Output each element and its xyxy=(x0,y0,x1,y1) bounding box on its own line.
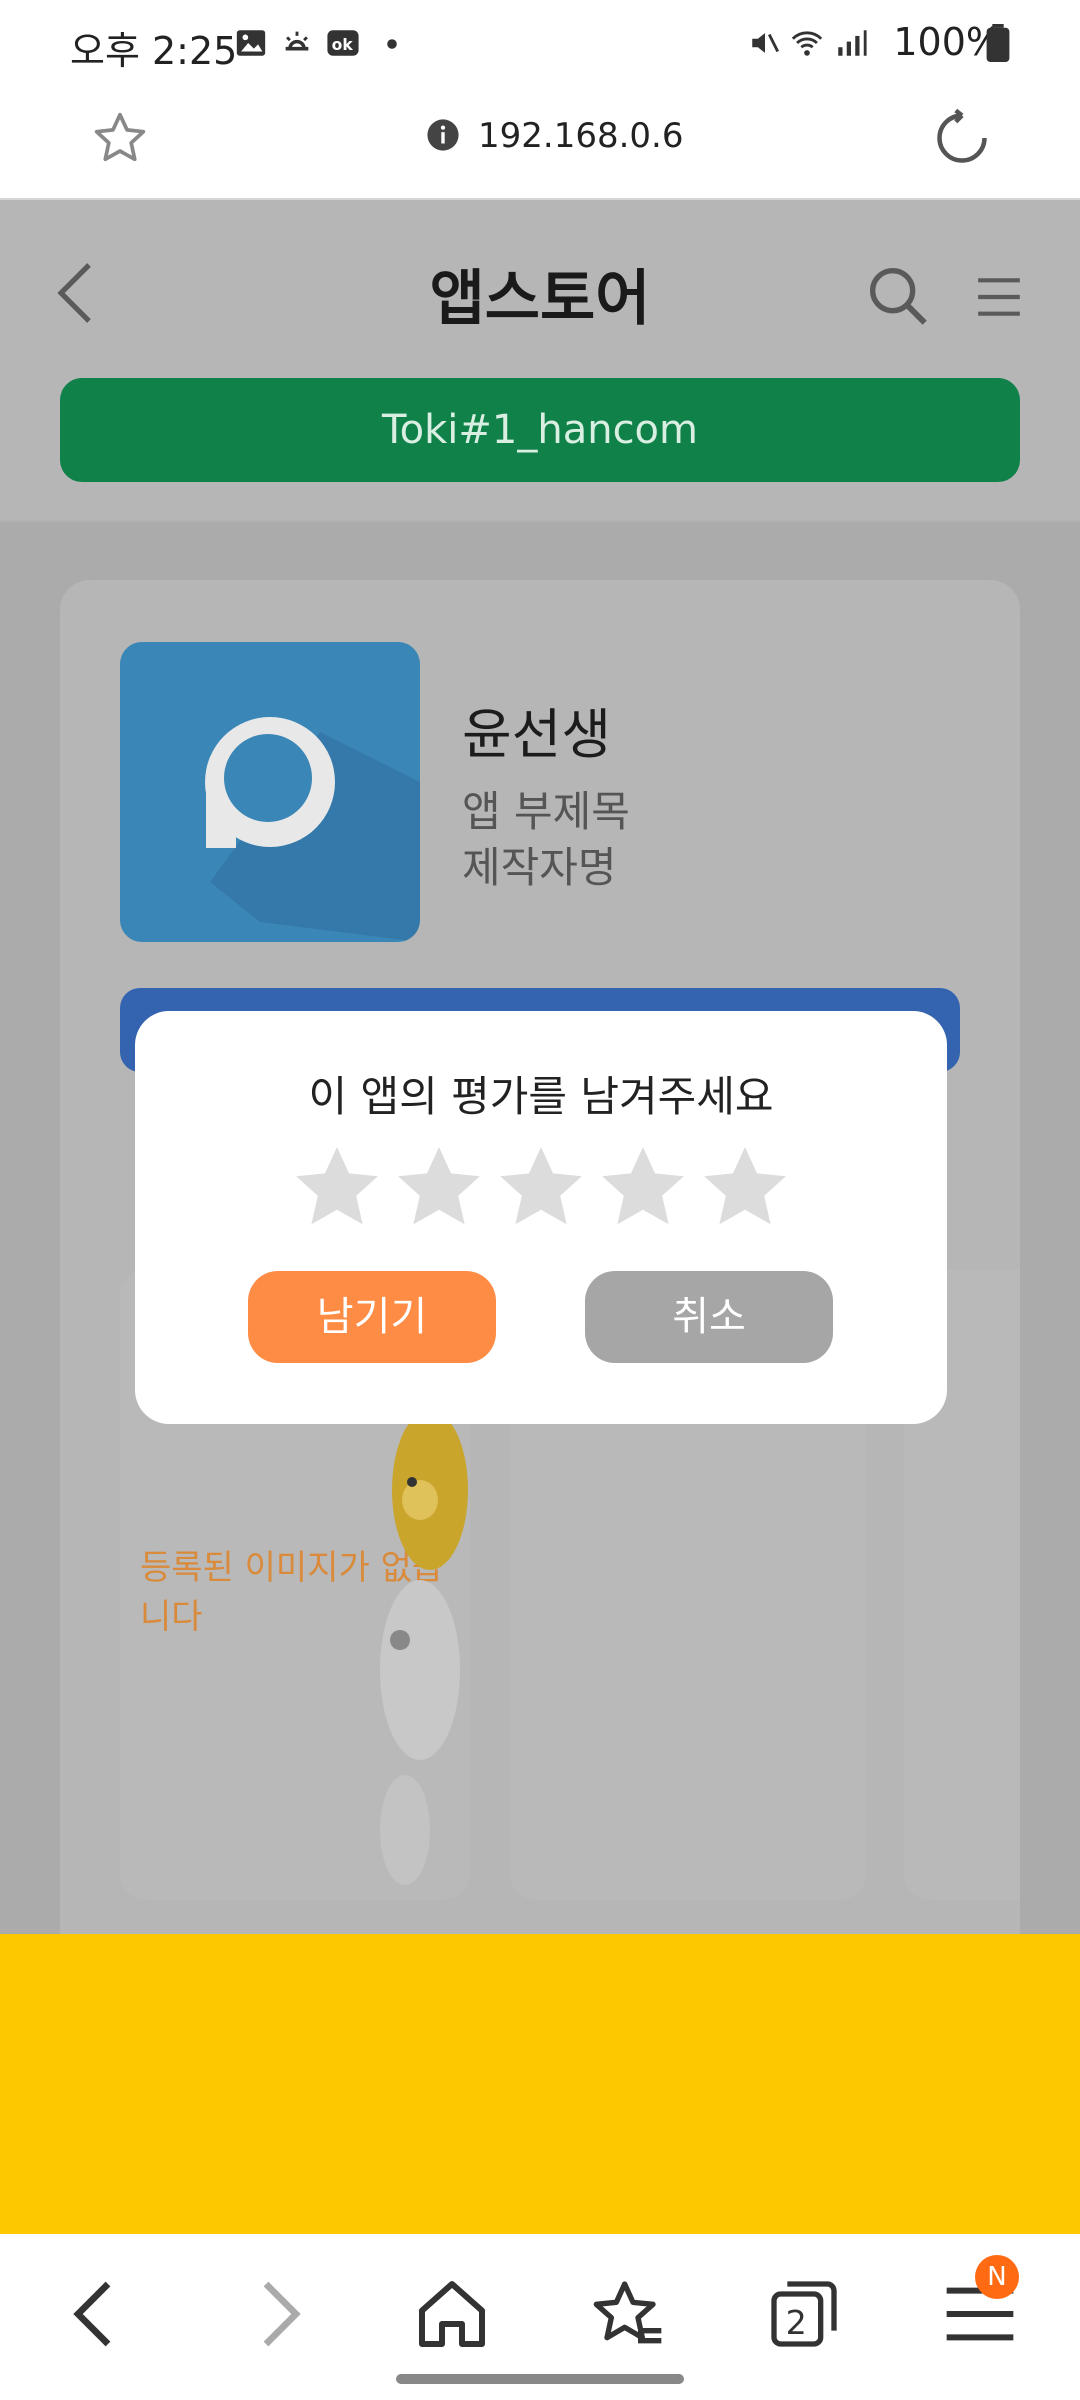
search-icon[interactable] xyxy=(866,264,930,328)
wifi-icon xyxy=(791,31,823,56)
signal-icon xyxy=(838,30,867,56)
rating-star-icon[interactable] xyxy=(697,1139,793,1235)
rating-star-icon[interactable] xyxy=(493,1139,589,1235)
menu-icon[interactable] xyxy=(974,274,1024,320)
bookmarks-icon[interactable] xyxy=(588,2274,668,2354)
app-name: 윤선생 xyxy=(462,703,612,766)
tabs-count: 2 xyxy=(786,2303,807,2342)
speech-bubble-icon xyxy=(205,717,420,942)
star-rating xyxy=(135,1139,947,1239)
info-icon[interactable] xyxy=(426,118,460,152)
ok-icon: ok xyxy=(327,30,359,56)
ad-banner[interactable] xyxy=(0,1934,1080,2234)
dialog-title: 이 앱의 평가를 남겨주세요 xyxy=(308,1072,774,1121)
notification-badge: N xyxy=(975,2255,1019,2299)
app-subtitle: 앱 부제목 xyxy=(462,787,630,836)
submit-rating-button[interactable]: 남기기 xyxy=(248,1271,496,1363)
dot-icon xyxy=(387,39,397,49)
tabs-icon[interactable]: 2 xyxy=(764,2274,844,2354)
back-icon[interactable] xyxy=(58,2274,138,2354)
cancel-button[interactable]: 취소 xyxy=(585,1271,833,1363)
rating-star-icon[interactable] xyxy=(595,1139,691,1235)
battery-icon xyxy=(986,24,1010,62)
star-icon[interactable] xyxy=(92,110,148,166)
home-icon[interactable] xyxy=(412,2274,492,2354)
mute-icon xyxy=(752,33,780,53)
app-icon xyxy=(120,642,420,942)
weather-icon xyxy=(285,31,309,51)
app-maker: 제작자명 xyxy=(462,843,617,892)
gallery-icon xyxy=(236,30,266,56)
status-bar: 오후 2:25 ok 100% xyxy=(0,0,1080,90)
home-indicator[interactable] xyxy=(396,2374,684,2384)
mascot-image xyxy=(380,1410,468,1885)
browser-toolbar: 192.168.0.6 xyxy=(0,90,1080,200)
user-bar[interactable]: Toki#1_hancom xyxy=(60,378,1020,482)
svg-text:ok: ok xyxy=(332,36,354,54)
address-bar-url[interactable]: 192.168.0.6 xyxy=(478,116,683,156)
rating-star-icon[interactable] xyxy=(289,1139,385,1235)
rating-dialog: 이 앱의 평가를 남겨주세요 남기기 취소 xyxy=(135,1011,947,1424)
forward-icon[interactable] xyxy=(236,2274,316,2354)
status-time: 오후 2:25 xyxy=(70,29,238,73)
reload-icon[interactable] xyxy=(932,108,992,168)
rating-star-icon[interactable] xyxy=(391,1139,487,1235)
